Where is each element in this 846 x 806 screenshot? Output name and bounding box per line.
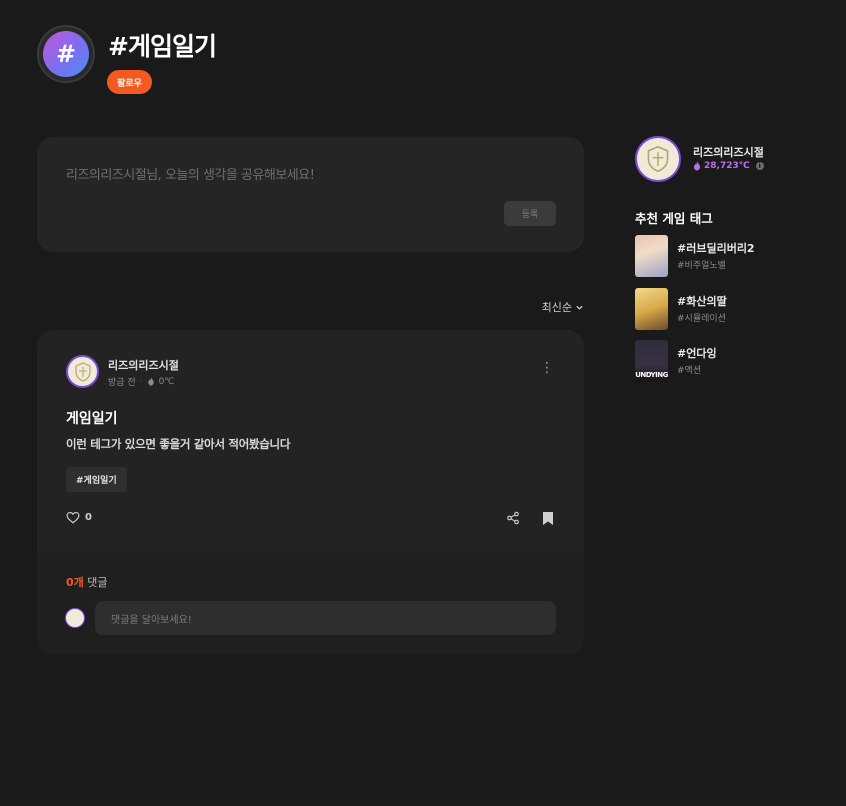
recommended-tags-heading: 추천 게임 태그 xyxy=(635,211,713,226)
game-thumbnail xyxy=(635,235,668,277)
recommended-tag-item[interactable]: #화산의딸 #시뮬레이션 xyxy=(635,288,815,330)
flame-icon xyxy=(694,161,700,171)
page-title: #게임일기 xyxy=(108,32,217,61)
info-icon[interactable]: i xyxy=(755,162,764,170)
flame-icon xyxy=(147,377,154,386)
post-body: 이런 테그가 있으면 좋을거 같아서 적어봤습니다 xyxy=(66,437,291,451)
follow-button[interactable]: 팔로우 xyxy=(107,70,152,94)
hash-icon: # xyxy=(43,31,89,77)
submit-button[interactable]: 등록 xyxy=(504,201,556,226)
profile-temperature: 28,723℃ i xyxy=(693,161,764,171)
recommended-tag-genre: #액션 xyxy=(677,366,702,376)
post-composer[interactable]: 리즈의리즈시절님, 오늘의 생각을 공유해보세요! 등록 xyxy=(37,137,584,252)
heart-icon xyxy=(66,511,80,524)
post-meta: 방금 전 · 0℃ xyxy=(108,376,175,389)
more-options-icon[interactable]: ⋮ xyxy=(540,361,554,375)
comment-input[interactable]: 댓글을 달아보세요! xyxy=(95,601,556,635)
author-name[interactable]: 리즈의리즈시절 xyxy=(108,357,179,373)
composer-input[interactable]: 리즈의리즈시절님, 오늘의 생각을 공유해보세요! xyxy=(66,164,315,183)
tag-avatar: # xyxy=(37,25,95,83)
post-temperature: 0℃ xyxy=(158,376,175,387)
game-thumbnail xyxy=(635,288,668,330)
like-count: 0 xyxy=(85,512,92,523)
recommended-tag-name: #화산의딸 xyxy=(677,295,727,308)
recommended-tag-item[interactable]: UNDYING #언다잉 #액션 xyxy=(635,340,815,382)
recommended-tag-name: #언다잉 xyxy=(677,347,717,360)
my-avatar xyxy=(65,608,85,628)
share-icon[interactable] xyxy=(506,511,520,525)
chevron-down-icon xyxy=(576,305,583,310)
recommended-tag-genre: #비주얼노벨 xyxy=(677,261,726,271)
author-avatar[interactable] xyxy=(66,355,99,388)
crest-icon xyxy=(74,361,91,382)
post-time: 방금 전 xyxy=(108,378,136,388)
game-logo-text: UNDYING xyxy=(635,371,668,379)
sort-dropdown[interactable]: 최신순 xyxy=(542,299,584,315)
crest-icon xyxy=(647,145,669,173)
recommended-tag-name: #러브딜리버리2 xyxy=(677,242,755,255)
comment-count: 0개 댓글 xyxy=(66,574,108,590)
post-card: 리즈의리즈시절 방금 전 · 0℃ ⋮ 게임일기 이런 테그가 있으면 좋을거 … xyxy=(37,330,584,655)
comments-section: 0개 댓글 댓글을 달아보세요! xyxy=(37,553,584,655)
comment-count-number: 0개 xyxy=(66,576,84,589)
post-title: 게임일기 xyxy=(66,411,118,427)
post-tag-chip[interactable]: #게임일기 xyxy=(66,467,127,492)
recommended-tag-genre: #시뮬레이션 xyxy=(677,314,726,324)
like-button[interactable]: 0 xyxy=(66,511,92,524)
sort-label: 최신순 xyxy=(541,301,572,314)
comment-count-label: 댓글 xyxy=(87,576,108,589)
profile-temperature-value: 28,723℃ xyxy=(704,161,750,171)
game-thumbnail: UNDYING xyxy=(635,340,668,382)
profile-name[interactable]: 리즈의리즈시절 xyxy=(693,144,764,160)
bookmark-icon[interactable] xyxy=(542,511,554,526)
recommended-tag-item[interactable]: #러브딜리버리2 #비주얼노벨 xyxy=(635,235,815,277)
profile-avatar[interactable] xyxy=(635,136,681,182)
